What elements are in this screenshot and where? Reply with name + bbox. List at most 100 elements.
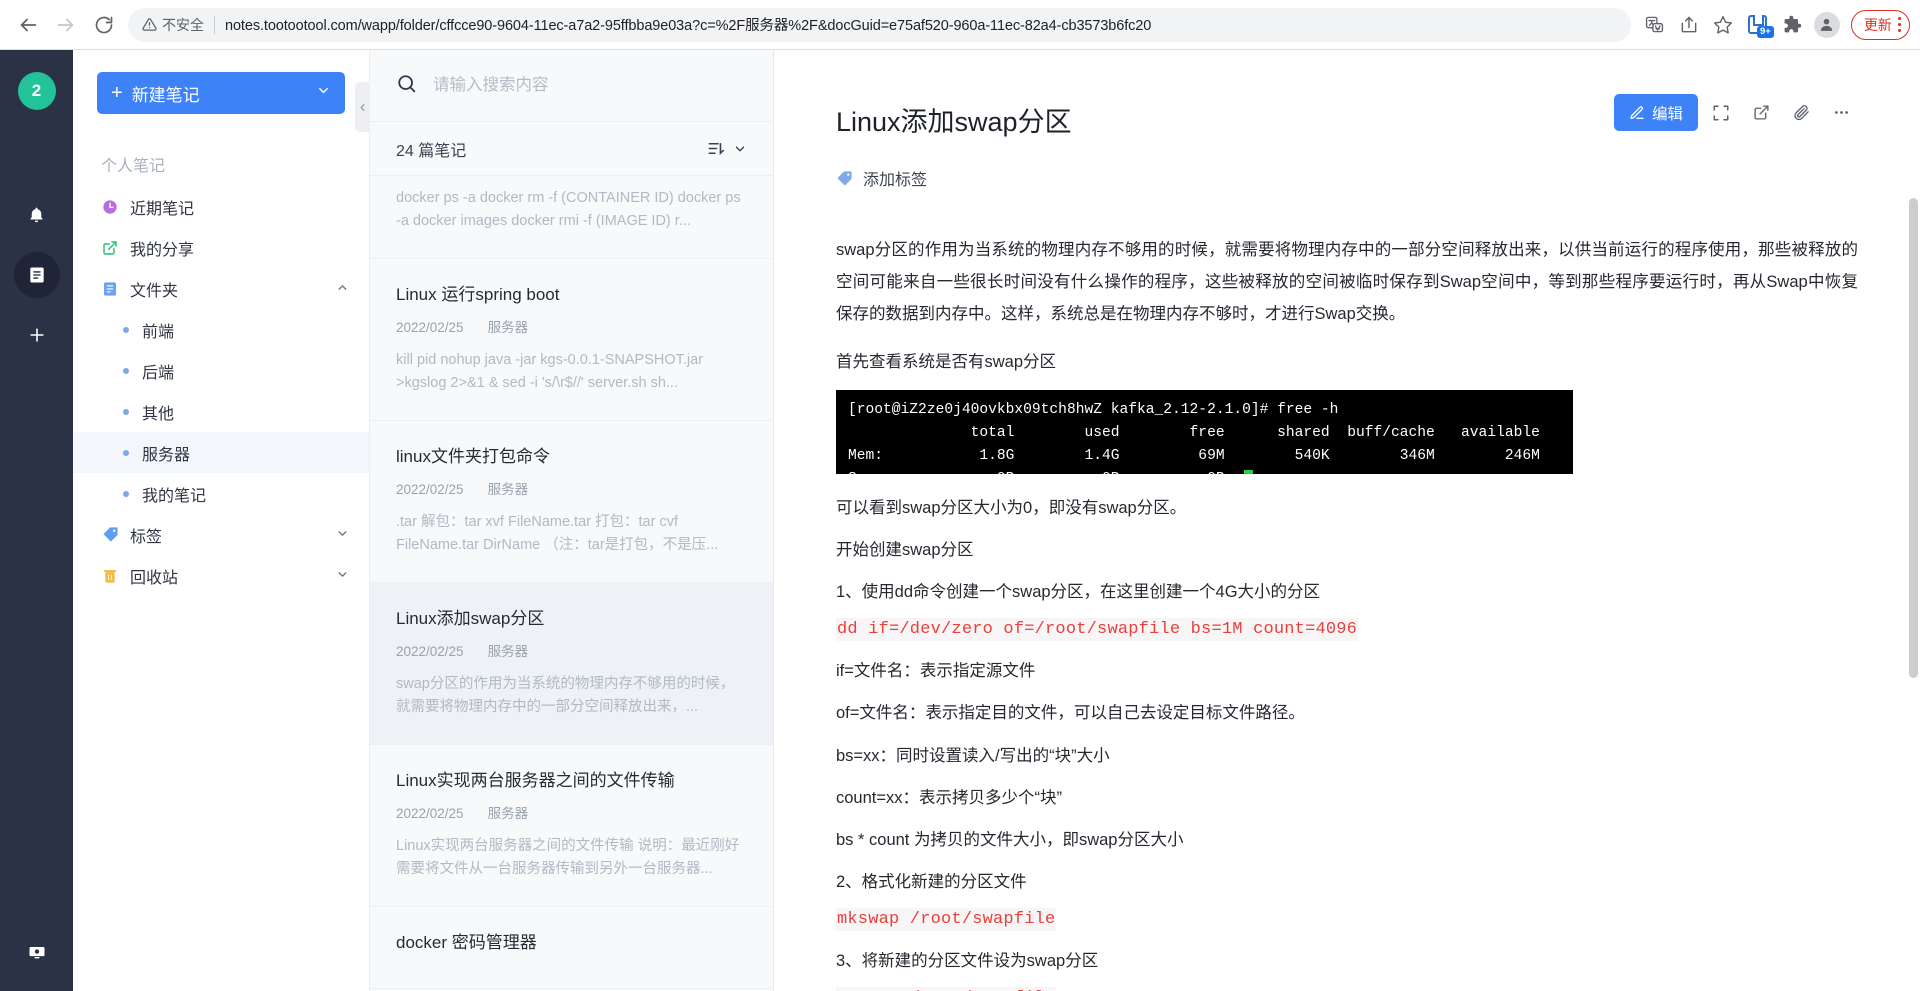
- edit-button[interactable]: 编辑: [1613, 94, 1698, 131]
- rail-item-notes[interactable]: [13, 252, 60, 298]
- note-meta: 2022/02/25 服务器: [396, 640, 747, 660]
- note-snippet: docker ps -a docker rm -f (CONTAINER ID)…: [396, 190, 741, 230]
- sidebar-item-trash[interactable]: 回收站: [73, 555, 369, 596]
- forward-arrow-icon: [57, 18, 74, 31]
- sort-control[interactable]: [707, 139, 747, 158]
- note-snippet: Linux实现两台服务器之间的文件传输 说明：最近刚好需要将文件从一台服务器传输…: [396, 837, 740, 878]
- url-text: notes.tootootool.com/wapp/folder/cffcce9…: [225, 18, 1152, 34]
- fullscreen-button[interactable]: [1704, 96, 1738, 130]
- note-snippet: swap分区的作用为当系统的物理内存不够用的时候，就需要将物理内存中的一部分空间…: [396, 675, 735, 716]
- sidebar-folder-server[interactable]: 服务器: [73, 432, 369, 473]
- note-title: docker 密码管理器: [396, 932, 537, 952]
- search-input[interactable]: [433, 76, 747, 95]
- sidebar-folder-label: 前端: [142, 323, 175, 341]
- sidebar-collapse-handle[interactable]: [355, 82, 370, 132]
- security-label: 不安全: [162, 16, 204, 33]
- chevron-down-icon[interactable]: [336, 527, 349, 543]
- sidebar-item-tags[interactable]: 标签: [73, 514, 369, 555]
- chevron-left-icon: [360, 103, 365, 111]
- sidebar-folder-other[interactable]: 其他: [73, 391, 369, 432]
- sidebar-folder-mynotes[interactable]: 我的笔记: [73, 473, 369, 514]
- add-tag-row[interactable]: 添加标签: [836, 166, 1858, 190]
- translate-button[interactable]: [1639, 9, 1671, 41]
- sidebar: + 新建笔记 个人笔记 近期笔记 我的分享 文件夹 前端 后端 其他 服务器 我…: [73, 50, 370, 991]
- sidebar-item-label: 回收站: [130, 569, 179, 587]
- security-indicator[interactable]: 不安全: [142, 15, 204, 35]
- sidebar-folder-label: 服务器: [142, 446, 191, 464]
- bookmark-manager-extension[interactable]: 9+: [1741, 9, 1775, 41]
- omnibox-divider: [214, 15, 215, 34]
- kebab-menu-icon[interactable]: [1897, 17, 1901, 32]
- rail-item-add[interactable]: [14, 312, 60, 358]
- terminal-line: total used free shared buff/cache availa…: [848, 424, 1540, 441]
- sidebar-item-label: 文件夹: [130, 282, 179, 300]
- rail-item-notifications[interactable]: [14, 192, 60, 238]
- terminal-cursor: [1244, 469, 1253, 474]
- avatar-label: 2: [31, 81, 42, 100]
- chevron-down-icon[interactable]: [316, 83, 331, 103]
- terminal-screenshot: [root@iZ2ze0j40ovkbx09tch8hwZ kafka_2.12…: [836, 389, 1573, 474]
- browser-actions: 9+ 更新: [1639, 9, 1910, 41]
- share-button[interactable]: [1673, 9, 1705, 41]
- note-title: Linux 运行spring boot: [396, 284, 560, 304]
- update-button[interactable]: 更新: [1850, 9, 1910, 40]
- bullet-dot-icon: [123, 367, 129, 374]
- list-item[interactable]: 2022/02/25服务器 docker ps -a docker rm -f …: [370, 176, 773, 259]
- sidebar-item-folders[interactable]: 文件夹: [73, 268, 369, 309]
- sidebar-folder-backend[interactable]: 后端: [73, 350, 369, 391]
- reload-button[interactable]: [86, 7, 122, 43]
- note-folder: 服务器: [487, 319, 529, 335]
- chevron-up-icon[interactable]: [336, 281, 349, 297]
- note-folder: 服务器: [487, 643, 529, 659]
- note-title: Linux实现两台服务器之间的文件传输: [396, 770, 675, 790]
- star-icon: [1713, 15, 1732, 34]
- tag-icon: [837, 170, 852, 186]
- note-snippet: .tar 解包：tar xvf FileName.tar 打包：tar cvf …: [396, 513, 719, 554]
- sidebar-folder-label: 我的笔记: [142, 487, 207, 505]
- note-date: 2022/02/25: [396, 319, 464, 335]
- note-count-label: 24 篇笔记: [396, 142, 467, 160]
- note-list-scroll[interactable]: 2022/02/25 服务器 docker ps -a docker rm -f …: [370, 176, 773, 991]
- forward-button[interactable]: [48, 7, 84, 43]
- more-button[interactable]: [1824, 96, 1858, 130]
- update-label: 更新: [1863, 16, 1892, 33]
- chevron-down-icon[interactable]: [336, 568, 349, 584]
- paragraph: swap分区的作用为当系统的物理内存不够用的时候，就需要将物理内存中的一部分空间…: [836, 241, 1858, 324]
- profile-button[interactable]: [1811, 9, 1843, 41]
- share-button[interactable]: [1744, 96, 1778, 130]
- new-note-button[interactable]: + 新建笔记: [97, 72, 345, 114]
- bullet-dot-icon: [123, 449, 129, 456]
- list-item[interactable]: Linux 运行spring boot 2022/02/25 服务器 kill p…: [370, 258, 773, 421]
- list-item[interactable]: docker 密码管理器: [370, 906, 773, 989]
- sidebar-item-recent[interactable]: 近期笔记: [73, 186, 369, 227]
- note-list-panel: 24 篇笔记 2022/02/25 服务器 docker ps -a docker…: [370, 50, 774, 991]
- document-scrollbar[interactable]: [1909, 198, 1918, 678]
- rail-item-screen[interactable]: [14, 929, 60, 975]
- person-icon: [1821, 18, 1833, 31]
- chevron-down-icon: [735, 146, 745, 151]
- profile-avatar-icon: [1813, 11, 1840, 38]
- user-avatar[interactable]: 2: [17, 72, 56, 110]
- address-bar[interactable]: 不安全 notes.tootootool.com/wapp/folder/cff…: [128, 7, 1631, 42]
- sidebar-item-shares[interactable]: 我的分享: [73, 227, 369, 268]
- share-external-icon: [1753, 105, 1769, 120]
- reload-icon: [95, 16, 113, 33]
- back-arrow-icon: [20, 18, 37, 31]
- back-button[interactable]: [10, 7, 46, 43]
- code-block: dd if=/dev/zero of=/root/swapfile bs=1M …: [836, 618, 1359, 642]
- attach-button[interactable]: [1784, 96, 1818, 130]
- extensions-button[interactable]: [1777, 9, 1809, 41]
- search-bar[interactable]: [370, 50, 773, 122]
- list-item-selected[interactable]: Linux添加swap分区 2022/02/25 服务器 swap分区的作用为当系…: [370, 582, 773, 745]
- list-item[interactable]: linux文件夹打包命令 2022/02/25 服务器 .tar 解包：tar x…: [370, 420, 773, 583]
- bullet-dot-icon: [123, 490, 129, 497]
- trash-icon: [101, 567, 119, 585]
- sidebar-item-label: 标签: [130, 528, 163, 546]
- fullscreen-icon: [1713, 105, 1729, 120]
- sidebar-folder-frontend[interactable]: 前端: [73, 309, 369, 350]
- bookmark-button[interactable]: [1707, 9, 1739, 41]
- document-body: swap分区的作用为当系统的物理内存不够用的时候，就需要将物理内存中的一部分空间…: [836, 234, 1858, 991]
- paragraph: if=文件名：表示指定源文件: [836, 662, 1036, 681]
- list-item[interactable]: Linux实现两台服务器之间的文件传输 2022/02/25 服务器 Linux实…: [370, 744, 773, 907]
- note-meta: 2022/02/25 服务器: [396, 478, 747, 498]
